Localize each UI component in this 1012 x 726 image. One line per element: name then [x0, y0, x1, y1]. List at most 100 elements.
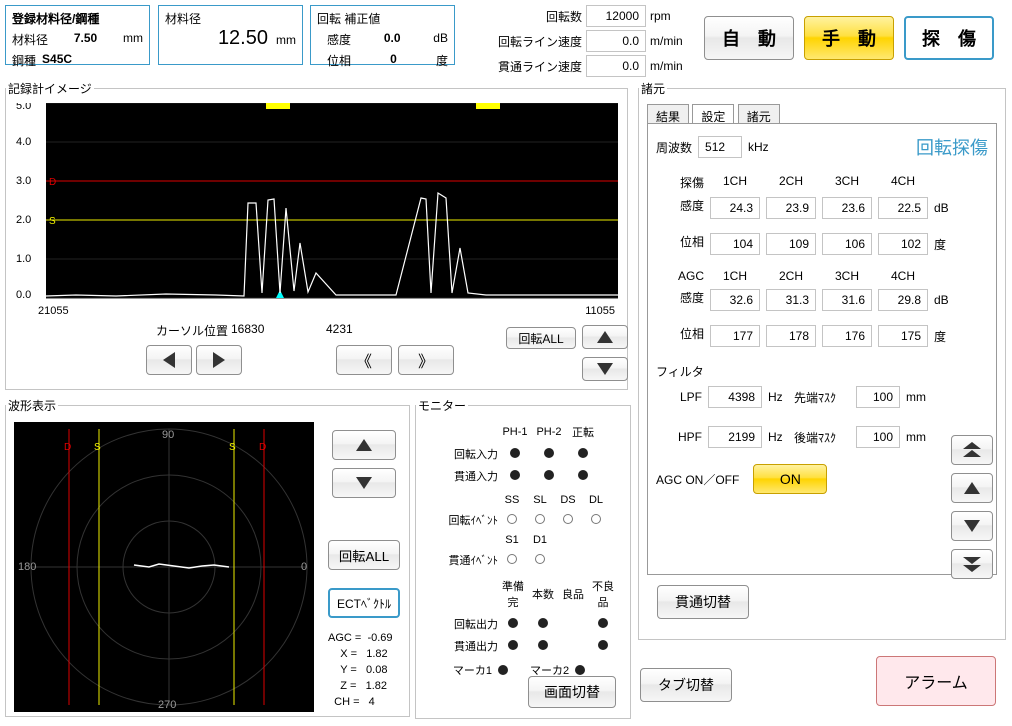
manual-button[interactable]: 手 動	[804, 16, 894, 60]
triangle-right-icon	[213, 352, 225, 368]
ch2: 2CH	[766, 174, 816, 191]
flaw-sens-4[interactable]: 22.5	[878, 197, 928, 219]
rotflaw-label: 回転探傷	[916, 134, 988, 160]
agc-sens-2[interactable]: 31.3	[766, 289, 816, 311]
thru-switch-button[interactable]: 貫通切替	[657, 585, 749, 619]
deg-unit: 度	[934, 236, 964, 253]
alarm-button[interactable]: アラーム	[876, 656, 996, 706]
svg-text:D: D	[49, 177, 56, 188]
waveform-polar[interactable]: D D S S 90 180 270 0	[14, 422, 314, 712]
ect-vector-button[interactable]: ECTﾍﾞｸﾄﾙ	[328, 588, 400, 618]
flaw-phase-4[interactable]: 102	[878, 233, 928, 255]
waveform-up-button[interactable]	[332, 430, 396, 460]
mat-unit: mm	[276, 33, 296, 47]
spec-group: 諸元 結果 設定 諸元 周波数 512 kHz 回転探傷 探傷 1CH2CH3C…	[638, 80, 1006, 640]
dot-icon	[508, 618, 518, 628]
recorder-chart[interactable]: 5.0 4.0 3.0 2.0 1.0 0.0 D S	[16, 103, 618, 303]
agc-sens-4[interactable]: 29.8	[878, 289, 928, 311]
waveform-rotate-all-button[interactable]: 回転ALL	[328, 540, 400, 570]
cursor-right-button[interactable]	[196, 345, 242, 375]
thruline-label: 貫通ライン速度	[498, 58, 582, 75]
filter-label: フィルタ	[656, 363, 930, 380]
tab-switch-button[interactable]: タブ切替	[640, 668, 732, 702]
agc-onoff-label: AGC ON／OFF	[656, 471, 739, 488]
waveform-down-button[interactable]	[332, 468, 396, 498]
flaw-phase-2[interactable]: 109	[766, 233, 816, 255]
recorder-legend: 記録計イメージ	[6, 80, 94, 97]
agc-phase-4[interactable]: 175	[878, 325, 928, 347]
dot-hollow-icon	[535, 554, 545, 564]
flaw-button[interactable]: 探 傷	[904, 16, 994, 60]
recorder-down-button[interactable]	[582, 357, 628, 381]
rpm-label: 回転数	[546, 8, 582, 25]
triangle-up-icon	[597, 331, 613, 343]
lpf-value[interactable]: 4398	[708, 386, 762, 408]
dot-icon	[510, 470, 520, 480]
stat-y-label: Y =	[340, 664, 357, 676]
auto-button[interactable]: 自 動	[704, 16, 794, 60]
flaw-phase-1[interactable]: 104	[710, 233, 760, 255]
mm2: mm	[906, 430, 930, 444]
end-value[interactable]: 100	[856, 426, 900, 448]
thruline-value[interactable]: 0.0	[586, 55, 646, 77]
agc-phase-2[interactable]: 178	[766, 325, 816, 347]
hpf-label: HPF	[656, 430, 702, 444]
mon-fwd: 正転	[566, 424, 600, 440]
hz1: Hz	[768, 390, 788, 404]
recorder-up-button[interactable]	[582, 325, 628, 349]
agc-on-button[interactable]: ON	[753, 464, 827, 494]
page-left-button[interactable]: 《	[336, 345, 392, 375]
ch1b: 1CH	[710, 269, 760, 283]
stat-z-val: 1.82	[366, 680, 387, 692]
mon-rotevt: 回転ｲﾍﾞﾝﾄ	[426, 512, 498, 528]
spec-down-button[interactable]	[951, 511, 993, 541]
monitor-legend: モニター	[416, 397, 468, 414]
triangle-up-icon	[356, 439, 372, 451]
recorder-xmax: 11055	[585, 305, 615, 317]
dot-icon	[508, 640, 518, 650]
corr-sens-label: 感度	[327, 31, 351, 48]
agc-sens-3[interactable]: 31.6	[822, 289, 872, 311]
svg-text:0: 0	[301, 561, 307, 573]
spec-legend: 諸元	[639, 80, 667, 97]
dot-icon	[510, 448, 520, 458]
dot-icon	[598, 618, 608, 628]
mon-ss: SS	[498, 494, 526, 506]
agc-phase-3[interactable]: 176	[822, 325, 872, 347]
tip-value[interactable]: 100	[856, 386, 900, 408]
rpm-value[interactable]: 12000	[586, 5, 646, 27]
flaw-phase-3[interactable]: 106	[822, 233, 872, 255]
cursor-left-button[interactable]	[146, 345, 192, 375]
spec-up-button[interactable]	[951, 473, 993, 503]
mon-sl: SL	[526, 494, 554, 506]
agc-sens-1[interactable]: 32.6	[710, 289, 760, 311]
svg-text:S: S	[94, 442, 101, 453]
recorder-rotate-all-button[interactable]: 回転ALL	[506, 327, 576, 349]
mon-d1: D1	[526, 534, 554, 546]
flaw-sens-3[interactable]: 23.6	[822, 197, 872, 219]
dot-hollow-icon	[591, 514, 601, 524]
ch3: 3CH	[822, 174, 872, 191]
agc-phase-1[interactable]: 177	[710, 325, 760, 347]
corr-phase-unit: 度	[436, 52, 448, 69]
spec-fast-down-button[interactable]	[951, 549, 993, 579]
flaw-sens-2[interactable]: 23.9	[766, 197, 816, 219]
hpf-value[interactable]: 2199	[708, 426, 762, 448]
flaw-sens-1[interactable]: 24.3	[710, 197, 760, 219]
screen-switch-button[interactable]: 画面切替	[528, 676, 616, 708]
mon-ds: DS	[554, 494, 582, 506]
tipmask: 先端ﾏｽｸ	[794, 389, 850, 406]
ch2b: 2CH	[766, 269, 816, 283]
reg-steel-label: 鋼種	[12, 52, 36, 69]
rotline-value[interactable]: 0.0	[586, 30, 646, 52]
agc-label: AGC	[656, 269, 704, 283]
svg-text:270: 270	[158, 699, 176, 711]
triangle-down-icon	[964, 520, 980, 532]
mon-m1: マーカ1	[426, 662, 492, 678]
mon-thruin: 貫通入力	[426, 468, 498, 484]
page-right-button[interactable]: 》	[398, 345, 454, 375]
agc-phase-label: 位相	[656, 325, 704, 347]
svg-text:D: D	[259, 442, 266, 453]
spec-fast-up-button[interactable]	[951, 435, 993, 465]
freq-value[interactable]: 512	[698, 136, 742, 158]
